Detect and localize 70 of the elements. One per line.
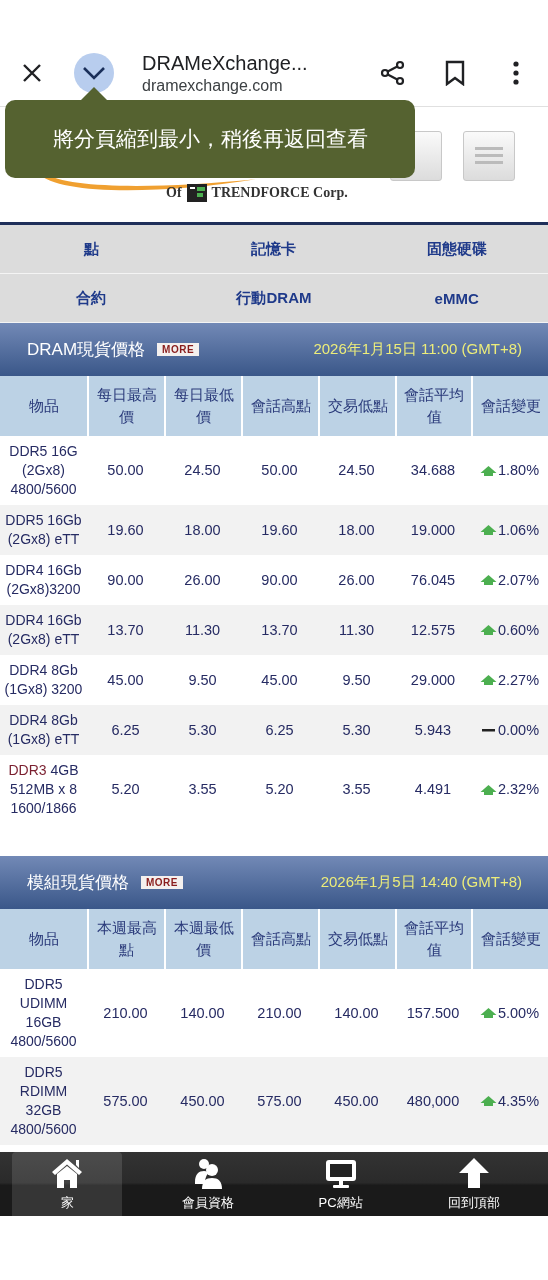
table-cell: 575.00 [241,1057,318,1145]
table-cell: 19.000 [395,505,471,555]
column-header: 會話高點 [241,376,318,436]
table-cell: 18.00 [318,505,395,555]
logo-text: Of [166,185,182,201]
tooltip: 將分頁縮到最小，稍後再返回查看 [5,100,415,178]
change-value: 2.27% [497,670,540,690]
change-value: 0.60% [497,620,540,640]
table-cell: 19.60 [87,505,164,555]
more-button[interactable]: MORE [157,343,200,356]
section-date: 2026年1月5日 14:40 (GMT+8) [320,873,522,892]
change-value: 2.07% [497,570,540,590]
column-header: 本週最高點 [87,909,164,969]
nav-tab[interactable]: 家 [12,1152,122,1216]
logo-icon [186,184,207,202]
chevron-down-icon [82,66,106,80]
table-cell: 13.70 [241,605,318,655]
column-header: 會話平均值 [395,376,471,436]
table-cell: DDR4 16Gb (2Gx8) eTT [0,605,87,655]
column-header: 物品 [0,376,87,436]
section-title: DRAM現貨價格 [27,339,146,361]
table-cell: 450.00 [164,1057,241,1145]
table-cell: DDR4 8Gb (1Gx8) eTT [0,705,87,755]
table-cell: 480,000 [395,1057,471,1145]
table-cell: 5.30 [318,705,395,755]
column-header: 物品 [0,909,87,969]
share-icon[interactable] [380,60,406,86]
change-value: 5.00% [497,1003,540,1023]
table-cell: 13.70 [87,605,164,655]
page-url: dramexchange.com [142,76,284,95]
change-value: 2.32% [497,780,540,799]
section-title: 模組現貨價格 [27,872,129,894]
section-date: 2026年1月15日 11:00 (GMT+8) [313,340,522,359]
more-button[interactable]: MORE [141,876,183,889]
home-icon [50,1156,84,1190]
column-header: 交易低點 [318,376,395,436]
table-cell: DDR5 16Gb (2Gx8) eTT [0,505,87,555]
change-value: 4.35% [497,1091,540,1111]
change-value: 1.06% [497,520,540,540]
column-header: 每日最高價 [87,376,164,436]
table-cell: 19.60 [241,505,318,555]
tooltip-pointer [81,87,107,100]
menu-icon [475,146,503,166]
table-cell: 5.943 [395,705,471,755]
nav-tab[interactable]: PC網站 [285,1152,396,1216]
logo-text: TRENDFORCE Corp. [211,185,348,201]
column-header: 會話高點 [241,909,318,969]
change-value: 0.00% [497,720,540,740]
table-cell: DDR5 RDIMM 32GB 4800/5600 [0,1057,87,1145]
column-header: 會話平均值 [395,909,471,969]
nav-tab[interactable]: 回到頂部 [418,1152,529,1216]
minimize-button[interactable] [74,53,114,93]
column-header: 交易低點 [318,909,395,969]
column-header: 本週最低價 [164,909,241,969]
table-cell: 6.25 [241,705,318,755]
table-cell: 12.575 [395,605,471,655]
close-icon [22,63,42,83]
table-cell: 18.00 [164,505,241,555]
table-cell: 11.30 [318,605,395,655]
table-cell: 5.30 [164,705,241,755]
table-cell: 450.00 [318,1057,395,1145]
table-cell: 6.25 [87,705,164,755]
page-title: DRAMeXchange... [142,51,309,75]
column-header: 會話變更 [471,909,548,969]
table-cell: 11.30 [164,605,241,655]
table-cell: 575.00 [87,1057,164,1145]
nav-tab[interactable]: 會員資格 [152,1152,263,1216]
column-header: 會話變更 [471,376,548,436]
column-header: 每日最低價 [164,376,241,436]
change-value: 1.80% [497,461,540,480]
